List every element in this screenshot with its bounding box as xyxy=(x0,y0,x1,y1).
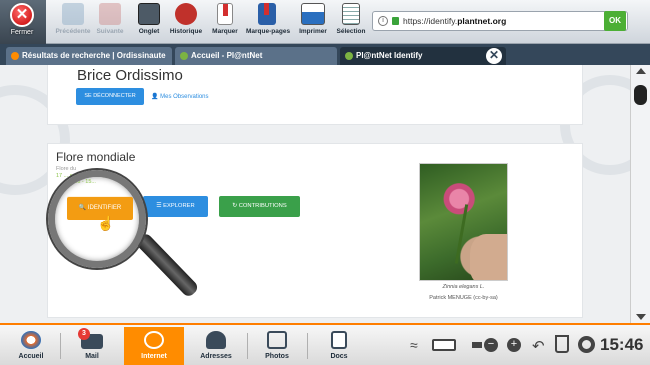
contributions-button[interactable]: ↻ CONTRIBUTIONS xyxy=(219,196,300,217)
mail-badge: 3 xyxy=(78,328,90,340)
wifi-icon[interactable]: ≈ xyxy=(410,337,418,353)
close-label: Fermer xyxy=(10,29,34,36)
contacts-icon xyxy=(206,331,226,349)
bookmarks-icon xyxy=(258,3,276,25)
back-arrow-icon xyxy=(62,3,84,25)
new-tab-icon xyxy=(138,3,160,25)
tab-favicon-icon xyxy=(345,52,353,60)
home-logo-icon xyxy=(21,331,41,349)
bookmark-icon xyxy=(217,3,233,25)
speaker-icon xyxy=(472,342,482,348)
clock: 15:46 xyxy=(600,335,644,354)
tab-plantnet-identify[interactable]: Pl@ntNet Identify ✕ xyxy=(340,47,506,65)
web-page: Brice Ordissimo SE DÉCONNECTER 👤 Mes Obs… xyxy=(0,65,630,323)
address-bar[interactable]: i https://identify.plantnet.org xyxy=(372,11,628,31)
user-name: Brice Ordissimo xyxy=(77,67,183,84)
taskbar-home[interactable]: Accueil xyxy=(6,327,56,365)
back-swipe-icon[interactable]: ↶ xyxy=(532,337,545,355)
forward-arrow-icon xyxy=(99,3,121,25)
explore-button[interactable]: ☰ EXPLORER xyxy=(143,196,208,217)
tab-plantnet-home[interactable]: Accueil - Pl@ntNet xyxy=(175,47,337,65)
volume-down-icon[interactable]: − xyxy=(484,338,498,352)
info-icon[interactable]: i xyxy=(378,16,388,26)
forward-button[interactable]: Suivante xyxy=(93,3,127,41)
close-icon: ✕ xyxy=(10,3,34,27)
camera-icon xyxy=(267,331,287,349)
taskbar-mail[interactable]: Mail xyxy=(66,327,118,365)
taskbar-photos[interactable]: Photos xyxy=(252,327,302,365)
selection-button[interactable]: Sélection xyxy=(335,3,367,41)
scroll-thumb[interactable] xyxy=(634,85,647,105)
taskbar-internet[interactable]: Internet xyxy=(124,327,184,365)
volume-up-icon[interactable]: + xyxy=(507,338,521,352)
new-tab-button[interactable]: Onglet xyxy=(134,3,164,41)
back-button[interactable]: Précédente xyxy=(55,3,91,41)
help-lifebuoy-icon[interactable] xyxy=(578,336,595,353)
bookmark-button[interactable]: Marquer xyxy=(210,3,240,41)
browser-toolbar: ✕ Fermer Précédente Suivante Onglet Hist… xyxy=(0,0,650,44)
taskbar: Accueil Mail 3 Internet Adresses Photos … xyxy=(0,323,650,365)
lock-icon xyxy=(392,17,399,25)
flora-title: Flore mondiale xyxy=(56,150,136,164)
scroll-down-icon[interactable] xyxy=(636,314,646,320)
flora-subtitle: Flore du xyxy=(56,166,77,172)
tab-favicon-icon xyxy=(11,52,19,60)
tab-favicon-icon xyxy=(180,52,188,60)
close-button[interactable]: ✕ Fermer xyxy=(4,3,40,43)
photo-credit: Patrick MENUGE (cc-by-sa) xyxy=(429,295,498,301)
history-button[interactable]: Historique xyxy=(168,3,204,41)
print-button[interactable]: Imprimer xyxy=(296,3,330,41)
plant-photo[interactable] xyxy=(419,163,508,281)
globe-icon xyxy=(144,331,164,349)
selection-doc-icon xyxy=(342,3,360,25)
taskbar-contacts[interactable]: Adresses xyxy=(190,327,242,365)
photo-caption: Zinnia elegans L. xyxy=(442,284,485,290)
logout-button[interactable]: SE DÉCONNECTER xyxy=(76,88,144,105)
go-button[interactable]: OK xyxy=(604,11,626,31)
close-tab-icon[interactable]: ✕ xyxy=(486,48,502,64)
history-clock-icon xyxy=(175,3,197,25)
printer-icon xyxy=(301,3,325,25)
documents-icon xyxy=(331,331,347,349)
scroll-up-icon[interactable] xyxy=(636,68,646,74)
battery-icon xyxy=(432,339,456,351)
taskbar-docs[interactable]: Docs xyxy=(314,327,364,365)
trash-icon[interactable] xyxy=(555,335,569,353)
magnifier-icon: 17... ...ces - 15... 🔍 IDENTIFIER ☝ xyxy=(48,170,146,268)
url-text[interactable]: https://identify.plantnet.org xyxy=(403,16,506,26)
my-observations-link[interactable]: 👤 Mes Observations xyxy=(151,93,209,100)
tab-search-results[interactable]: Résultats de recherche | Ordissinaute xyxy=(6,47,172,65)
hand-cursor-icon: ☝ xyxy=(97,215,115,231)
tab-bar: Résultats de recherche | Ordissinaute Ac… xyxy=(0,44,650,65)
vertical-scrollbar[interactable] xyxy=(630,65,650,323)
bookmarks-list-button[interactable]: Marque-pages xyxy=(246,3,290,41)
